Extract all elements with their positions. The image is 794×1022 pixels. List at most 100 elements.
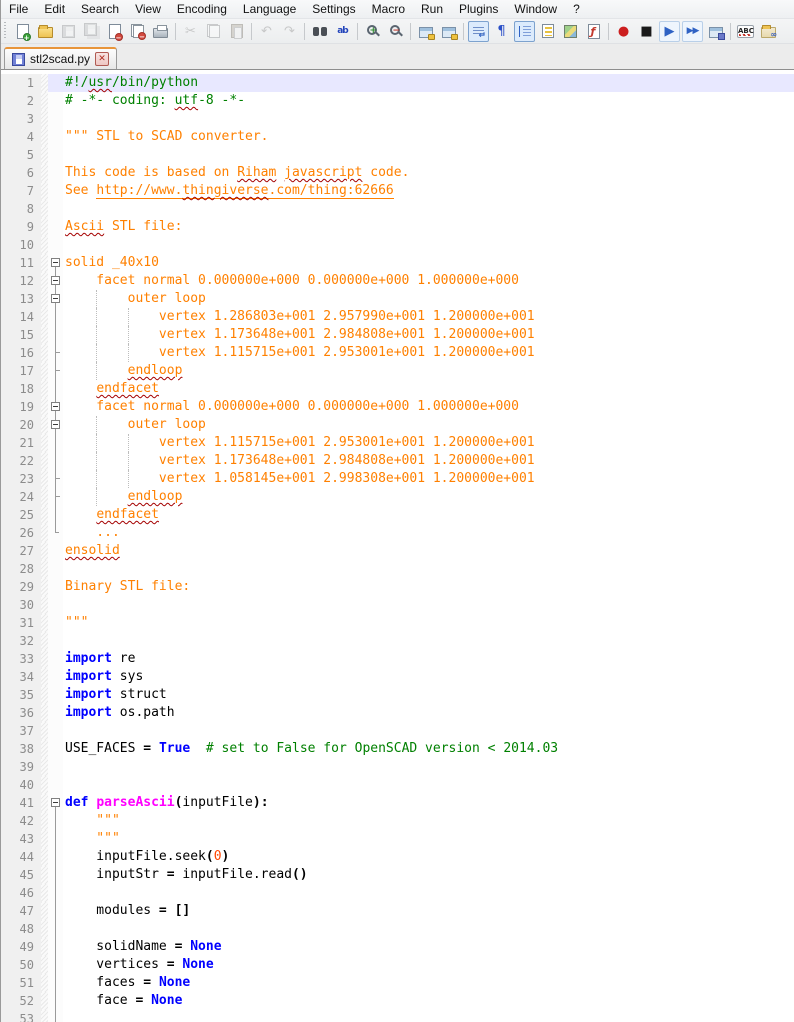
code-text[interactable] [63,776,794,794]
bookmark-margin[interactable] [41,380,48,398]
bookmark-margin[interactable] [41,884,48,902]
replace-icon[interactable]: ab [332,21,353,42]
code-text[interactable]: outer loop [63,290,794,308]
bookmark-margin[interactable] [41,956,48,974]
bookmark-margin[interactable] [41,344,48,362]
fold-margin[interactable] [48,470,63,488]
code-text[interactable] [63,110,794,128]
code-text[interactable]: inputStr = inputFile.read() [63,866,794,884]
code-text[interactable] [63,560,794,578]
bookmark-margin[interactable] [41,434,48,452]
macro-play-icon[interactable]: ▶ [659,20,680,42]
bookmark-margin[interactable] [41,362,48,380]
bookmark-margin[interactable] [41,326,48,344]
fold-collapse-icon[interactable] [51,294,60,303]
fold-collapse-icon[interactable] [51,798,60,807]
fold-margin[interactable] [48,290,63,308]
fold-margin[interactable] [48,992,63,1010]
code-text[interactable]: outer loop [63,416,794,434]
fold-collapse-icon[interactable] [51,402,60,411]
bookmark-margin[interactable] [41,866,48,884]
code-text[interactable]: # -*- coding: utf-8 -*- [63,92,794,110]
find-icon[interactable] [309,21,330,42]
bookmark-margin[interactable] [41,398,48,416]
menu-item-run[interactable]: Run [413,0,451,19]
menu-item-search[interactable]: Search [73,0,127,19]
menu-item-language[interactable]: Language [235,0,304,19]
bookmark-margin[interactable] [41,938,48,956]
menu-item-settings[interactable]: Settings [304,0,363,19]
code-text[interactable] [63,146,794,164]
code-text[interactable] [63,920,794,938]
bookmark-margin[interactable] [41,506,48,524]
code-text[interactable] [63,758,794,776]
fold-margin[interactable] [48,452,63,470]
tab-stl2scad.py[interactable]: stl2scad.py ✕ [4,47,118,69]
code-text[interactable]: vertex 1.058145e+001 2.998308e+001 1.200… [63,470,794,488]
code-text[interactable]: See http://www.thingiverse.com/thing:626… [63,182,794,200]
function-list-icon[interactable] [537,21,558,42]
bookmark-margin[interactable] [41,650,48,668]
code-text[interactable] [63,722,794,740]
code-text[interactable]: facet normal 0.000000e+000 0.000000e+000… [63,398,794,416]
bookmark-margin[interactable] [41,722,48,740]
bookmark-margin[interactable] [41,236,48,254]
fold-margin[interactable] [48,848,63,866]
code-text[interactable]: inputFile.seek(0) [63,848,794,866]
bookmark-margin[interactable] [41,830,48,848]
code-text[interactable]: import struct [63,686,794,704]
code-text[interactable]: import os.path [63,704,794,722]
fold-margin[interactable] [48,812,63,830]
code-text[interactable]: vertex 1.286803e+001 2.957990e+001 1.200… [63,308,794,326]
fold-margin[interactable] [48,344,63,362]
open-file-icon[interactable] [35,21,56,42]
code-text[interactable]: vertex 1.173648e+001 2.984808e+001 1.200… [63,452,794,470]
bookmark-margin[interactable] [41,560,48,578]
fold-margin[interactable] [48,956,63,974]
bookmark-margin[interactable] [41,596,48,614]
bookmark-margin[interactable] [41,182,48,200]
code-text[interactable]: def parseAscii(inputFile): [63,794,794,812]
toolbar-grip[interactable] [3,22,8,40]
fold-margin[interactable] [48,308,63,326]
menu-item-edit[interactable]: Edit [36,0,73,19]
code-text[interactable]: import re [63,650,794,668]
macro-save-icon[interactable] [705,21,726,42]
code-text[interactable]: #!/usr/bin/python [63,74,794,92]
bookmark-margin[interactable] [41,416,48,434]
zoom-in-icon[interactable]: + [362,21,383,42]
fold-margin[interactable] [48,272,63,290]
indent-guide-icon[interactable] [514,20,535,42]
code-text[interactable]: endloop [63,362,794,380]
fold-margin[interactable] [48,920,63,938]
macro-record-icon[interactable]: ● [613,21,634,42]
bookmark-margin[interactable] [41,272,48,290]
new-file-icon[interactable]: + [12,21,33,42]
fold-margin[interactable] [48,434,63,452]
menu-item-window[interactable]: Window [506,0,565,19]
bookmark-margin[interactable] [41,974,48,992]
folder-as-workspace-icon[interactable] [583,21,604,42]
code-text[interactable] [63,884,794,902]
bookmark-margin[interactable] [41,1010,48,1022]
code-text[interactable]: vertex 1.115715e+001 2.953001e+001 1.200… [63,344,794,362]
bookmark-margin[interactable] [41,254,48,272]
bookmark-margin[interactable] [41,704,48,722]
explorer-plugin-icon[interactable]: ∞ [758,21,779,42]
bookmark-margin[interactable] [41,218,48,236]
bookmark-margin[interactable] [41,740,48,758]
close-icon[interactable]: − [104,21,125,42]
bookmark-margin[interactable] [41,578,48,596]
fold-margin[interactable] [48,794,63,812]
code-text[interactable]: endfacet [63,380,794,398]
macro-stop-icon[interactable]: ■ [636,21,657,42]
code-text[interactable]: ensolid [63,542,794,560]
fold-margin[interactable] [48,416,63,434]
zoom-out-icon[interactable]: − [385,21,406,42]
code-text[interactable] [63,632,794,650]
bookmark-margin[interactable] [41,902,48,920]
code-text[interactable]: solidName = None [63,938,794,956]
bookmark-margin[interactable] [41,524,48,542]
bookmark-margin[interactable] [41,128,48,146]
fold-margin[interactable] [48,506,63,524]
